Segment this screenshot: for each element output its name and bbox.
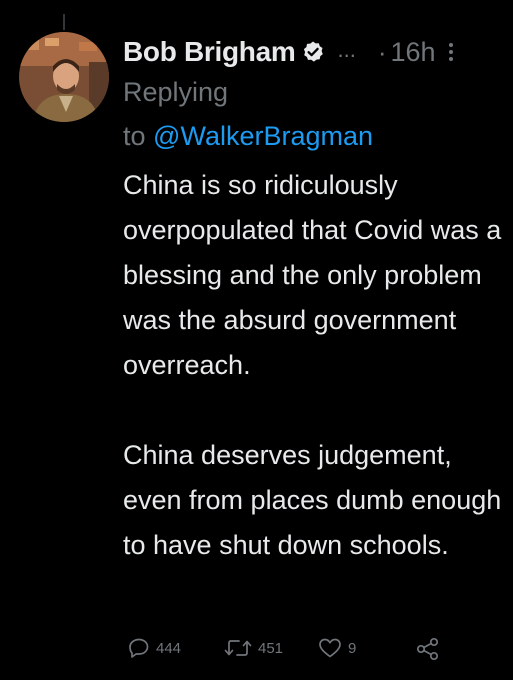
verified-badge-icon — [301, 40, 325, 64]
thread-connector-line — [63, 14, 65, 30]
replying-to-line: to @WalkerBragman — [123, 121, 373, 152]
tweet-timestamp[interactable]: 16h — [391, 37, 436, 68]
reply-icon — [127, 636, 151, 660]
tweet-paragraph: China deserves judgement, even from plac… — [123, 440, 502, 560]
replying-label: Replying — [123, 77, 229, 107]
avatar-photo — [19, 32, 109, 122]
time-separator: · — [377, 36, 387, 67]
tweet-action-bar: 444 451 9 — [127, 636, 457, 666]
replying-to-prefix: to — [123, 121, 146, 151]
name-truncation: ... — [337, 37, 356, 62]
avatar[interactable] — [19, 32, 109, 122]
like-button[interactable]: 9 — [317, 636, 356, 660]
share-button[interactable] — [415, 636, 441, 662]
author-name[interactable]: Bob Brigham — [123, 36, 296, 68]
replying-to-handle[interactable]: @WalkerBragman — [153, 121, 373, 151]
reply-button[interactable]: 444 — [127, 636, 181, 660]
retweet-count: 451 — [258, 639, 284, 657]
tweet-header: Bob Brigham ... · 16h — [123, 30, 503, 74]
reply-count: 444 — [156, 639, 182, 657]
tweet-text: China is so ridiculously overpopulated t… — [123, 163, 503, 568]
tweet-paragraph: China is so ridiculously overpopulated t… — [123, 170, 502, 380]
retweet-icon — [223, 636, 253, 660]
heart-icon — [317, 636, 343, 660]
share-icon — [415, 636, 441, 662]
like-count: 9 — [348, 639, 357, 657]
retweet-button[interactable]: 451 — [223, 636, 283, 660]
more-vertical-icon[interactable] — [446, 40, 456, 64]
